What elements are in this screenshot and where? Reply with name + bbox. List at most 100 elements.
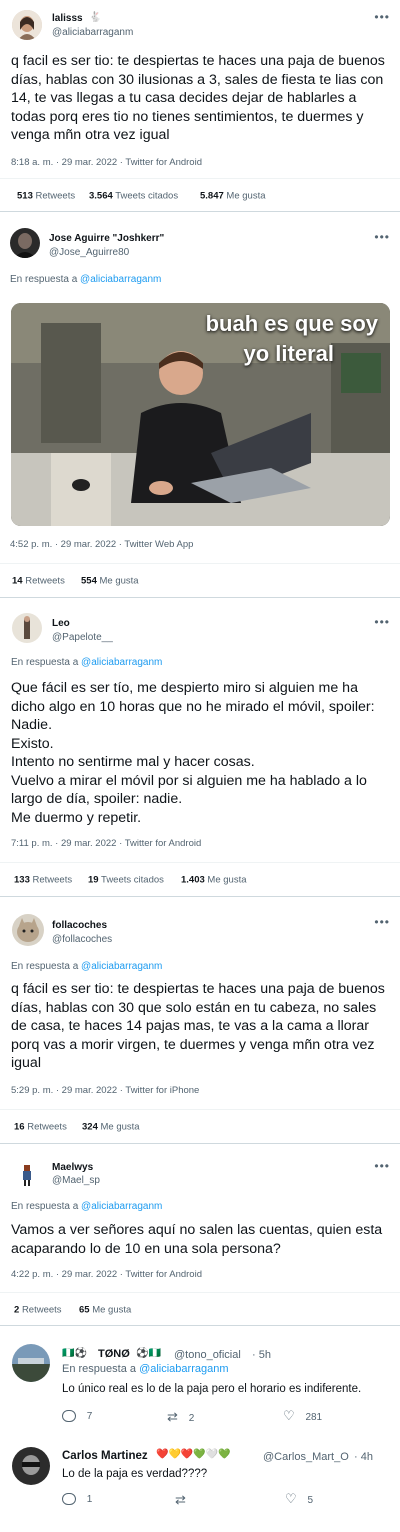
- tweet-text: q fácil es ser tio: te despiertas te hac…: [11, 981, 389, 1071]
- reply-count: 7: [86, 1410, 93, 1422]
- tweet-1: lalisss 🐇 @aliciabarraganm ••• q facil e…: [0, 0, 400, 212]
- tweet-text: Vamos a ver señores aquí no salen las cu…: [11, 1222, 387, 1257]
- tweet-stats: 513 Retweets 3.564 Tweets citados 5.847 …: [0, 178, 400, 212]
- retweets-stat[interactable]: 16 Retweets: [14, 1122, 67, 1133]
- like-action[interactable]: ♡ 5: [285, 1491, 313, 1507]
- tweet-time[interactable]: · 5h: [252, 1349, 271, 1361]
- quotes-count: 3.564: [89, 190, 113, 201]
- author-handle[interactable]: @tono_oficial: [174, 1349, 241, 1361]
- retweets-stat[interactable]: 14 Retweets: [12, 576, 65, 587]
- likes-stat[interactable]: 5.847 Me gusta: [200, 190, 266, 201]
- retweets-count: 133: [14, 874, 30, 886]
- more-icon[interactable]: •••: [374, 1159, 390, 1173]
- reply-context: En respuesta a @aliciabarraganm: [11, 657, 162, 668]
- avatar[interactable]: [12, 914, 44, 946]
- reply-to-link[interactable]: @aliciabarraganm: [81, 1201, 162, 1212]
- retweet-icon: ⇄: [167, 1409, 178, 1424]
- author-name[interactable]: Carlos Martinez: [62, 1450, 148, 1462]
- tweet-time[interactable]: · 4h: [354, 1451, 373, 1463]
- author-handle[interactable]: @Carlos_Mart_O: [263, 1451, 349, 1463]
- reply-tweet-1: 🇳🇬⚽ TØNØ ⚽🇳🇬 @tono_oficial · 5h En respu…: [0, 1336, 400, 1432]
- retweets-label: Retweets: [25, 575, 65, 587]
- more-icon[interactable]: •••: [374, 10, 390, 24]
- likes-count: 1.403: [181, 874, 205, 886]
- tweet-text: q facil es ser tio: te despiertas te hac…: [11, 53, 389, 143]
- reply-to-link[interactable]: @aliciabarraganm: [80, 274, 161, 285]
- reply-prefix: En respuesta a: [10, 274, 78, 285]
- retweets-stat[interactable]: 2 Retweets: [14, 1304, 62, 1315]
- avatar[interactable]: [12, 1344, 50, 1382]
- football-icon: ⚽🇳🇬: [136, 1348, 161, 1359]
- author-handle[interactable]: @Mael_sp: [52, 1175, 100, 1186]
- reply-prefix: En respuesta a: [11, 961, 79, 972]
- avatar[interactable]: [10, 228, 40, 258]
- tweet-meta[interactable]: 4:22 p. m. · 29 mar. 2022 · Twitter for …: [11, 1269, 202, 1280]
- retweets-label: Retweets: [21, 1304, 62, 1315]
- reply-context: En respuesta a @aliciabarraganm: [11, 961, 162, 972]
- more-icon[interactable]: •••: [374, 230, 390, 244]
- reply-to-link[interactable]: @aliciabarraganm: [81, 961, 162, 972]
- avatar-image: [12, 1344, 50, 1382]
- avatar[interactable]: [12, 1160, 42, 1190]
- tweet-stats: 2 Retweets 65 Me gusta: [0, 1292, 400, 1326]
- quotes-stat[interactable]: 3.564 Tweets citados: [89, 190, 178, 201]
- reply-to-link[interactable]: @aliciabarraganm: [81, 657, 162, 668]
- author-handle[interactable]: @Jose_Aguirre80: [49, 247, 129, 258]
- likes-stat[interactable]: 324 Me gusta: [82, 1122, 140, 1133]
- reply-context: En respuesta a @aliciabarraganm: [11, 1201, 162, 1212]
- reply-action[interactable]: 7: [62, 1410, 92, 1422]
- retweets-stat[interactable]: 513 Retweets: [17, 190, 75, 201]
- likes-stat[interactable]: 554 Me gusta: [81, 576, 139, 587]
- image-caption-line-1: buah es que soy: [205, 311, 378, 336]
- tweet-meta[interactable]: 5:29 p. m. · 29 mar. 2022 · Twitter for …: [11, 1085, 199, 1096]
- author-name[interactable]: lalisss: [52, 13, 83, 24]
- likes-count: 65: [79, 1304, 90, 1315]
- heart-icon: ♡: [285, 1491, 297, 1506]
- tweet-image[interactable]: buah es que soy yo literal: [11, 303, 390, 526]
- retweets-label: Retweets: [27, 1121, 67, 1133]
- more-icon[interactable]: •••: [374, 615, 390, 629]
- like-count: 281: [305, 1412, 323, 1423]
- quotes-stat[interactable]: 19 Tweets citados: [88, 875, 164, 886]
- more-icon[interactable]: •••: [374, 915, 390, 929]
- likes-label: Me gusta: [226, 190, 266, 201]
- retweet-action[interactable]: ⇄: [175, 1492, 186, 1508]
- author-handle[interactable]: @follacoches: [52, 934, 112, 945]
- tweet-meta[interactable]: 4:52 p. m. · 29 mar. 2022 · Twitter Web …: [10, 539, 193, 550]
- likes-stat[interactable]: 1.403 Me gusta: [181, 875, 247, 886]
- like-action[interactable]: ♡ 281: [283, 1408, 322, 1424]
- avatar[interactable]: [12, 613, 42, 643]
- reply-action[interactable]: 1: [62, 1493, 92, 1505]
- emoji-icon: 🐇: [89, 12, 102, 23]
- tweet-4: follacoches @follacoches ••• En respuest…: [0, 903, 400, 1144]
- author-name[interactable]: Leo: [52, 618, 70, 629]
- like-count: 5: [307, 1495, 313, 1506]
- tweet-stats: 14 Retweets 554 Me gusta: [0, 563, 400, 598]
- likes-stat[interactable]: 65 Me gusta: [79, 1304, 131, 1315]
- reply-tweet-2: Carlos Martinez ❤️💛❤️💚🤍💚 @Carlos_Mart_O …: [0, 1431, 400, 1532]
- author-name[interactable]: Maelwys: [52, 1162, 93, 1173]
- retweets-label: Retweets: [32, 874, 73, 886]
- avatar-image: [12, 914, 44, 946]
- author-name[interactable]: TØNØ: [98, 1348, 130, 1360]
- retweets-stat[interactable]: 133 Retweets: [14, 875, 72, 886]
- retweet-count: 2: [188, 1413, 195, 1424]
- avatar-image: [12, 613, 42, 643]
- tweet-3: Leo @Papelote__ ••• En respuesta a @alic…: [0, 603, 400, 897]
- author-name[interactable]: follacoches: [52, 920, 107, 931]
- avatar[interactable]: [12, 1447, 50, 1485]
- author-name[interactable]: Jose Aguirre "Joshkerr": [49, 233, 164, 244]
- tweet-stats: 133 Retweets 19 Tweets citados 1.403 Me …: [0, 862, 400, 897]
- author-handle[interactable]: @Papelote__: [52, 632, 113, 643]
- author-handle[interactable]: @aliciabarraganm: [52, 27, 133, 38]
- avatar-image: [10, 228, 40, 258]
- tweet-meta[interactable]: 7:11 p. m. · 29 mar. 2022 · Twitter for …: [11, 838, 201, 849]
- tweet-meta[interactable]: 8:18 a. m. · 29 mar. 2022 · Twitter for …: [11, 157, 202, 168]
- heart-icon: ♡: [283, 1408, 295, 1423]
- tweet-5: Maelwys @Mael_sp ••• En respuesta a @ali…: [0, 1150, 400, 1326]
- avatar[interactable]: [12, 10, 42, 40]
- likes-count: 5.847: [200, 190, 224, 201]
- reply-to-link[interactable]: @aliciabarraganm: [139, 1363, 228, 1375]
- quotes-label: Tweets citados: [101, 874, 164, 886]
- retweet-action[interactable]: ⇄ 2: [167, 1409, 194, 1425]
